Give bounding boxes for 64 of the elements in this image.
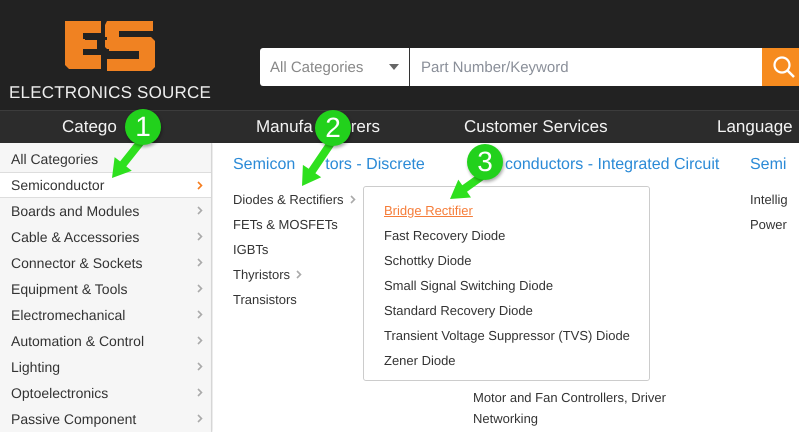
category-item[interactable]: Automation & Control bbox=[0, 328, 211, 354]
nav-link[interactable]: Customer Services bbox=[464, 117, 608, 137]
chevron-icon bbox=[197, 310, 203, 319]
logo-text: ELECTRONICS SOURCE bbox=[9, 83, 211, 103]
category-item[interactable]: Connector & Sockets bbox=[0, 250, 211, 276]
chevron-icon bbox=[197, 388, 203, 397]
category-label: Automation & Control bbox=[11, 332, 144, 348]
menu-link[interactable]: Motor and Fan Controllers, Driver bbox=[473, 389, 666, 406]
category-label: Semiconductor bbox=[11, 177, 104, 193]
menu-link[interactable]: Transistors bbox=[233, 291, 297, 308]
chevron-icon bbox=[197, 362, 203, 371]
category-label: Boards and Modules bbox=[11, 202, 140, 218]
category-item[interactable]: Optoelectronics bbox=[0, 380, 211, 406]
category-label: Connector & Sockets bbox=[11, 254, 143, 270]
category-item[interactable]: Cable & Accessories bbox=[0, 224, 211, 250]
nav-link[interactable]: Catego bbox=[62, 117, 117, 137]
category-label: All Categories bbox=[11, 150, 98, 166]
search-field[interactable]: Part Number/Keyword bbox=[410, 48, 762, 86]
chevron-icon bbox=[197, 206, 203, 215]
category-label: Optoelectronics bbox=[11, 384, 108, 400]
menu-link[interactable]: FETs & MOSFETs bbox=[233, 216, 338, 233]
menu-link[interactable]: Intellig bbox=[750, 191, 788, 208]
chevron-icon bbox=[197, 258, 203, 267]
column-heading[interactable]: tors - Discrete bbox=[325, 156, 425, 174]
category-item[interactable]: Passive Component bbox=[0, 406, 211, 432]
menu-link[interactable]: Thyristors bbox=[233, 266, 302, 283]
menu-link[interactable]: Power bbox=[750, 216, 787, 233]
category-label: Cable & Accessories bbox=[11, 228, 140, 244]
category-dropdown[interactable]: All Categories bbox=[260, 48, 410, 86]
caret-icon bbox=[389, 64, 399, 70]
chevron-icon bbox=[197, 336, 203, 345]
category-label: Electromechanical bbox=[11, 306, 126, 322]
chevron-icon bbox=[197, 284, 203, 293]
column-heading[interactable]: Semi bbox=[750, 156, 786, 174]
submenu-link[interactable]: Zener Diode bbox=[384, 352, 456, 369]
chevron-icon bbox=[296, 270, 302, 279]
menu-link[interactable]: Diodes & Rectifiers bbox=[233, 191, 356, 208]
chevron-icon bbox=[350, 195, 356, 204]
submenu-link[interactable]: Small Signal Switching Diode bbox=[384, 277, 554, 294]
category-label: Lighting bbox=[11, 358, 60, 374]
category-item[interactable]: Lighting bbox=[0, 354, 211, 380]
menu-link[interactable]: IGBTs bbox=[233, 241, 268, 258]
category-item[interactable]: Semiconductor bbox=[0, 172, 211, 198]
category-item[interactable]: Electromechanical bbox=[0, 302, 211, 328]
category-item[interactable]: Equipment & Tools bbox=[0, 276, 211, 302]
category-label: Passive Component bbox=[11, 410, 136, 426]
chevron-icon bbox=[197, 414, 203, 423]
category-label: Equipment & Tools bbox=[11, 280, 128, 296]
category-item[interactable]: All Categories bbox=[0, 146, 211, 172]
nav-link[interactable]: Language bbox=[717, 117, 793, 137]
column-heading[interactable]: conductors - Integrated Circuit bbox=[505, 156, 720, 174]
submenu-link[interactable]: Transient Voltage Suppressor (TVS) Diode bbox=[384, 327, 630, 344]
search-icon bbox=[772, 55, 796, 79]
menu-link[interactable]: Networking bbox=[473, 410, 538, 427]
nav-link[interactable]: Manufa bbox=[256, 117, 313, 137]
submenu-link[interactable]: Fast Recovery Diode bbox=[384, 227, 506, 244]
column-heading[interactable]: Semicon bbox=[233, 156, 296, 174]
category-item[interactable]: Boards and Modules bbox=[0, 198, 211, 224]
nav-link[interactable]: rers bbox=[350, 117, 380, 137]
search-button[interactable] bbox=[762, 48, 799, 86]
chevron-icon bbox=[197, 180, 203, 190]
submenu-link[interactable]: Schottky Diode bbox=[384, 252, 472, 269]
submenu-link[interactable]: Standard Recovery Diode bbox=[384, 302, 533, 319]
chevron-icon bbox=[197, 232, 203, 241]
